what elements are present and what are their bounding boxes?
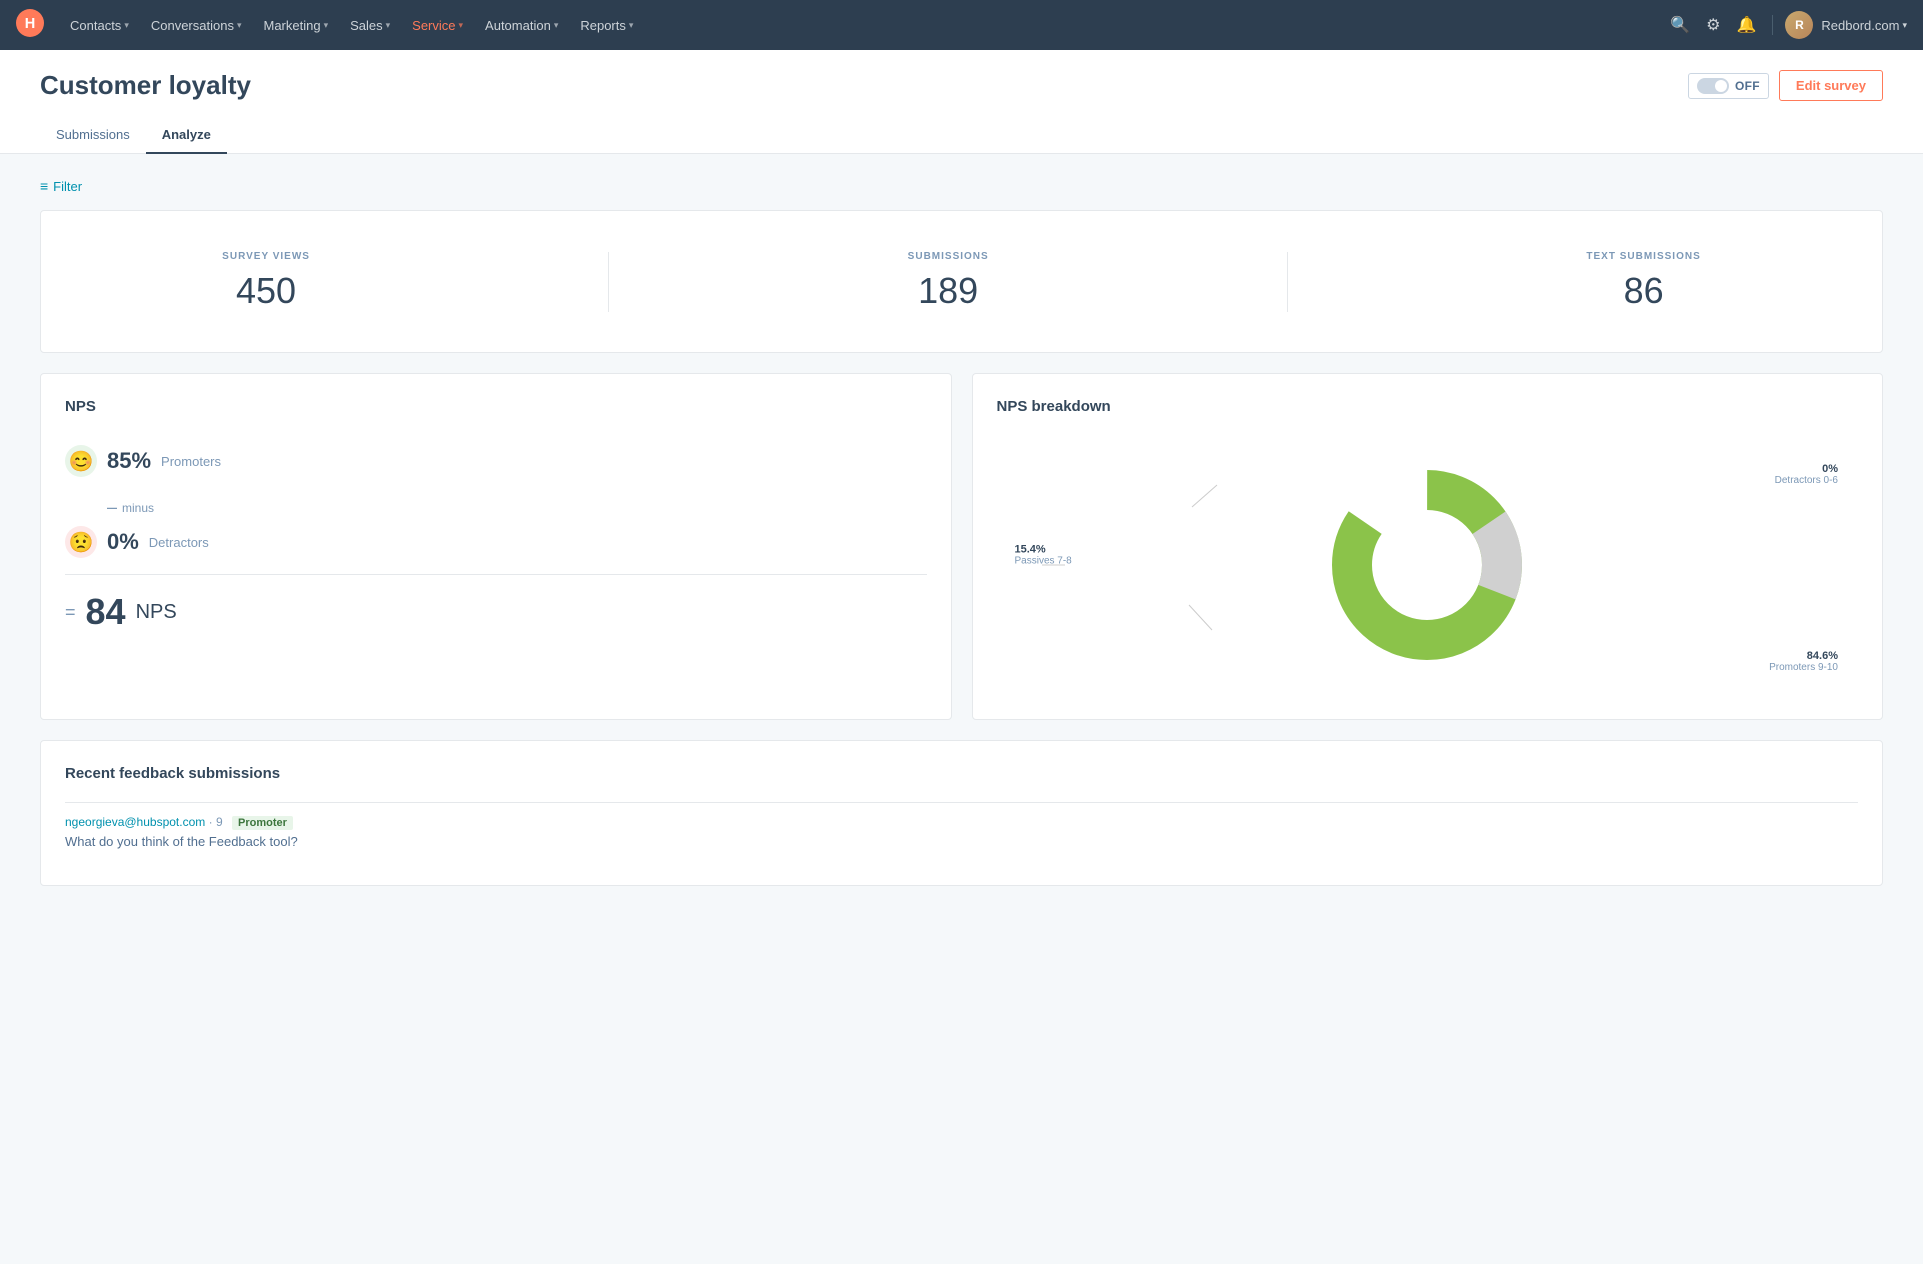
logo[interactable]: H [16,9,44,42]
promoters-pct-label: 84.6% [1769,650,1838,662]
nps-card: NPS 😊 85% Promoters – minus 😟 0% Detract… [40,373,952,720]
stat-value-text: 86 [1586,270,1700,312]
tabs: Submissions Analyze [40,117,1883,153]
filter-bar: ≡ Filter [40,178,1883,194]
promoters-pct: 85% [107,448,151,474]
promoter-emoji: 😊 [65,445,97,477]
stat-value-submissions: 189 [908,270,989,312]
nav-item-reports[interactable]: Reports ▾ [570,12,643,39]
nav-right: 🔍 ⚙ 🔔 R Redbord.com ▾ [1666,11,1907,39]
svg-text:H: H [25,16,36,32]
submission-meta: ngeorgieva@hubspot.com · 9 Promoter [65,815,1858,830]
submission-item: ngeorgieva@hubspot.com · 9 Promoter What… [65,802,1858,861]
chevron-down-icon: ▾ [459,20,464,31]
submission-email: ngeorgieva@hubspot.com [65,815,205,829]
detractors-label: Detractors [149,535,209,550]
nav-item-marketing[interactable]: Marketing ▾ [253,12,338,39]
recent-feedback-card: Recent feedback submissions ngeorgieva@h… [40,740,1883,886]
nav-item-contacts[interactable]: Contacts ▾ [60,12,139,39]
nav-item-service[interactable]: Service ▾ [402,12,473,39]
chevron-down-icon: ▾ [386,20,391,31]
donut-chart [1317,455,1537,675]
nav-divider [1772,15,1773,35]
chevron-down-icon: ▾ [629,20,634,31]
stat-divider-2 [1287,252,1288,312]
minus-dash: – [107,497,117,518]
breakdown-label-passives: 15.4% Passives 7-8 [1015,543,1072,566]
detractors-pct: 0% [107,529,139,555]
stat-survey-views: SURVEY VIEWS 450 [222,251,310,312]
stats-card: SURVEY VIEWS 450 SUBMISSIONS 189 TEXT SU… [40,210,1883,353]
nav-item-conversations[interactable]: Conversations ▾ [141,12,252,39]
page-header-top: Customer loyalty OFF Edit survey [40,70,1883,101]
bottom-cards: NPS 😊 85% Promoters – minus 😟 0% Detract… [40,373,1883,720]
promoters-row: 😊 85% Promoters [65,445,927,477]
nps-total-row: = 84 NPS [65,591,927,633]
chevron-down-icon: ▾ [124,20,129,31]
header-actions: OFF Edit survey [1688,70,1883,101]
recent-title: Recent feedback submissions [65,765,1858,782]
stat-value-views: 450 [222,270,310,312]
chevron-down-icon: ▾ [237,20,242,31]
submission-type-badge: Promoter [232,816,293,830]
minus-label: minus [122,501,154,515]
passives-desc: Passives 7-8 [1015,555,1072,566]
detractors-desc: Detractors 0-6 [1775,475,1838,486]
breakdown-title: NPS breakdown [997,398,1859,415]
tab-submissions[interactable]: Submissions [40,117,146,154]
chevron-down-icon: ▾ [554,20,559,31]
equals-symbol: = [65,602,76,623]
passives-pct-label: 15.4% [1015,543,1072,555]
detractors-pct-label: 0% [1775,463,1838,475]
chevron-down-icon: ▾ [1902,20,1907,31]
minus-row: – minus [65,489,927,526]
nav-item-automation[interactable]: Automation ▾ [475,12,568,39]
filter-icon: ≡ [40,178,48,194]
page-title: Customer loyalty [40,70,251,101]
donut-center [1373,511,1481,619]
nps-total-value: 84 [86,591,126,633]
nps-breakdown-card: NPS breakdown 0% Detractors 0-6 [972,373,1884,720]
breakdown-label-promoters: 84.6% Promoters 9-10 [1769,650,1838,673]
promoters-label: Promoters [161,454,221,469]
donut-chart-container: 0% Detractors 0-6 15.4% Passives 7-8 84.… [997,435,1859,695]
submission-question: What do you think of the Feedback tool? [65,834,1858,849]
nav-item-sales[interactable]: Sales ▾ [340,12,400,39]
promoters-desc: Promoters 9-10 [1769,662,1838,673]
settings-icon[interactable]: ⚙ [1702,11,1724,39]
detractors-row: 😟 0% Detractors [65,526,927,558]
chevron-down-icon: ▾ [324,20,329,31]
breakdown-label-detractors: 0% Detractors 0-6 [1775,463,1838,486]
stat-text-submissions: TEXT SUBMISSIONS 86 [1586,251,1700,312]
tab-analyze[interactable]: Analyze [146,117,227,154]
nps-divider [65,574,927,575]
filter-button[interactable]: ≡ Filter [40,178,82,194]
nav-items: Contacts ▾ Conversations ▾ Marketing ▾ S… [60,12,1662,39]
nps-content: 😊 85% Promoters – minus 😟 0% Detractors … [65,435,927,643]
nps-title: NPS [65,398,927,415]
nps-total-label: NPS [136,601,177,624]
nav-domain[interactable]: Redbord.com ▾ [1821,18,1907,33]
stat-label-text: TEXT SUBMISSIONS [1586,251,1700,262]
stat-submissions: SUBMISSIONS 189 [908,251,989,312]
navbar: H Contacts ▾ Conversations ▾ Marketing ▾… [0,0,1923,50]
stat-divider-1 [608,252,609,312]
avatar[interactable]: R [1785,11,1813,39]
notifications-icon[interactable]: 🔔 [1733,11,1761,39]
detractor-emoji: 😟 [65,526,97,558]
stat-label-views: SURVEY VIEWS [222,251,310,262]
edit-survey-button[interactable]: Edit survey [1779,70,1883,101]
page-header: Customer loyalty OFF Edit survey Submiss… [0,50,1923,154]
toggle-label: OFF [1735,79,1760,93]
toggle-switch-container[interactable]: OFF [1688,73,1769,99]
stat-label-submissions: SUBMISSIONS [908,251,989,262]
toggle-switch[interactable] [1697,78,1729,94]
submission-score: 9 [216,815,223,829]
search-icon[interactable]: 🔍 [1666,11,1694,39]
avatar-image: R [1785,11,1813,39]
content: ≡ Filter SURVEY VIEWS 450 SUBMISSIONS 18… [0,154,1923,910]
